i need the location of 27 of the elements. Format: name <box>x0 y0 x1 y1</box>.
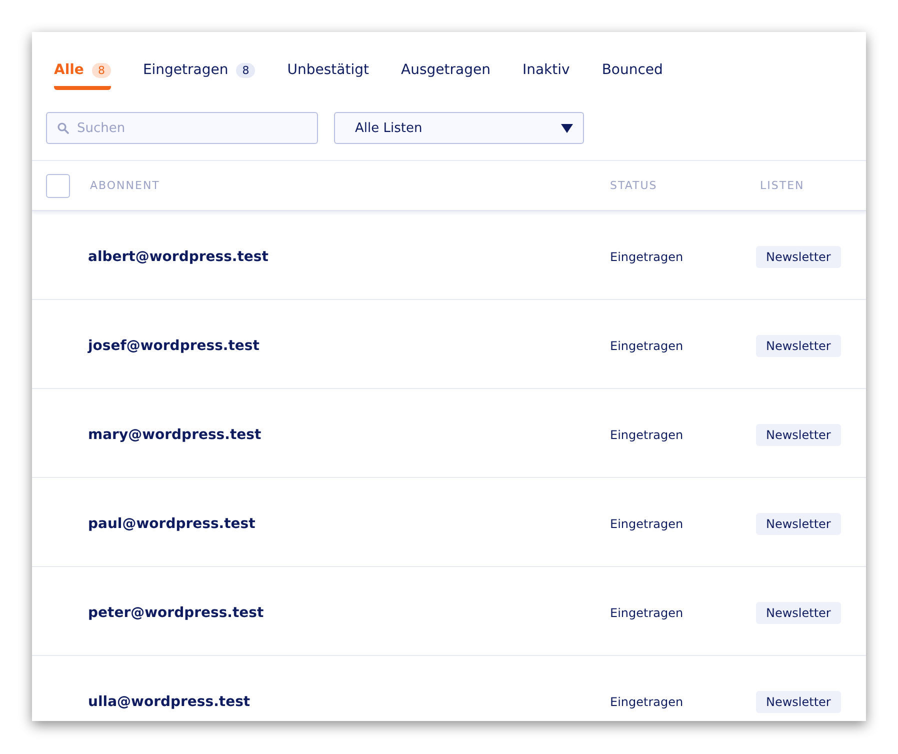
list-tag: Newsletter <box>756 602 841 624</box>
list-tag: Newsletter <box>756 424 841 446</box>
filter-tab[interactable]: Ausgetragen <box>401 58 490 89</box>
search-field[interactable]: Suchen <box>46 112 318 144</box>
list-dropdown[interactable]: Alle Listen <box>334 112 584 144</box>
filter-tab[interactable]: Bounced <box>602 58 663 89</box>
status-text: Eingetragen <box>610 516 684 530</box>
list-tag: Newsletter <box>756 334 841 356</box>
select-all-checkbox[interactable] <box>46 174 70 198</box>
status-text: Eingetragen <box>610 428 684 442</box>
subscriber-email[interactable]: peter@wordpress.test <box>88 604 264 620</box>
filter-tab[interactable]: Eingetragen 8 <box>142 58 256 89</box>
subscriber-email[interactable]: mary@wordpress.test <box>88 426 262 442</box>
subscriber-email[interactable]: albert@wordpress.test <box>88 248 268 264</box>
status-text: Eingetragen <box>610 606 684 620</box>
caret-icon <box>561 124 573 132</box>
status-text: Eingetragen <box>610 338 684 352</box>
status-text: Eingetragen <box>610 250 684 264</box>
filter-tab[interactable]: Unbestätigt <box>287 58 369 89</box>
list-tag: Newsletter <box>756 246 841 268</box>
filter-tab[interactable]: Inaktiv <box>522 58 570 89</box>
subscriber-email[interactable]: ulla@wordpress.test <box>88 694 250 710</box>
status-text: Eingetragen <box>610 694 684 708</box>
subscriber-email[interactable]: josef@wordpress.test <box>88 338 260 354</box>
list-tag: Newsletter <box>756 690 841 712</box>
list-tag: Newsletter <box>756 512 841 534</box>
subscriber-email[interactable]: paul@wordpress.test <box>88 516 256 532</box>
